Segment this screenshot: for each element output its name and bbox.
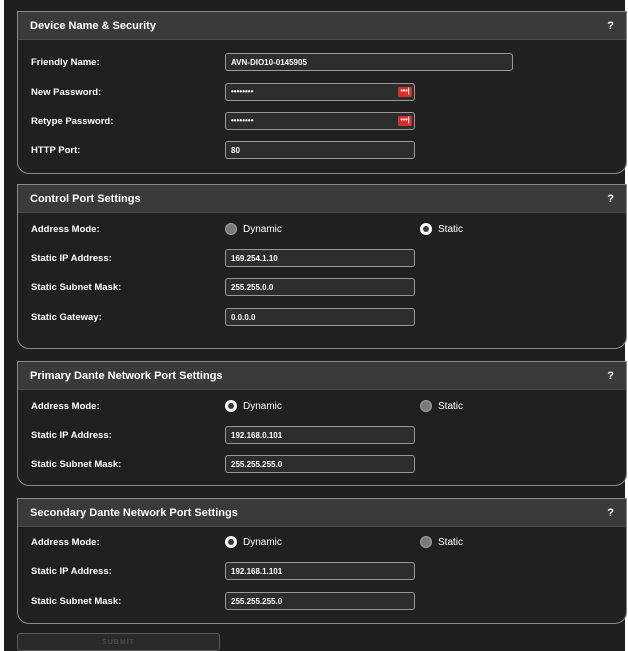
primary-static-radio-icon [420,400,432,412]
reveal-password-icon[interactable]: •••| [398,87,412,97]
primary-dynamic-radio-icon [225,400,237,412]
control-gateway-label: Static Gateway: [31,311,102,323]
settings-page: Device Name & Security ? Friendly Name: … [4,0,627,651]
retype-password-label: Retype Password: [31,115,114,127]
secondary-dynamic-label: Dynamic [243,536,282,548]
secondary-dante-header: Secondary Dante Network Port Settings ? [18,499,626,527]
primary-static-radio[interactable]: Static [420,400,463,412]
new-password-input[interactable]: •••••••• •••| [225,83,415,101]
primary-address-mode-label: Address Mode: [31,400,100,412]
primary-mask-label: Static Subnet Mask: [31,458,122,470]
control-static-label: Static [438,223,464,235]
primary-dante-help-icon[interactable]: ? [607,370,614,382]
control-static-radio-icon [420,223,432,235]
secondary-mask-label: Static Subnet Mask: [31,595,122,607]
secondary-mask-row: Static Subnet Mask: [18,591,626,611]
secondary-static-label: Static [438,536,464,548]
secondary-ip-row: Static IP Address: [18,561,626,581]
retype-password-value: •••••••• [231,116,254,125]
control-gateway-input[interactable] [225,308,415,326]
secondary-static-radio-icon [420,536,432,548]
control-gateway-row: Static Gateway: [18,307,626,327]
control-mask-label: Static Subnet Mask: [31,281,122,293]
retype-password-input[interactable]: •••••••• •••| [225,112,415,130]
primary-dante-header: Primary Dante Network Port Settings ? [18,362,626,390]
primary-ip-label: Static IP Address: [31,429,112,441]
device-security-help-icon[interactable]: ? [607,20,614,32]
friendly-name-label: Friendly Name: [31,56,100,68]
friendly-name-input[interactable] [225,53,513,71]
device-security-header: Device Name & Security ? [18,12,626,40]
primary-mask-row: Static Subnet Mask: [18,454,626,474]
http-port-row: HTTP Port: [18,140,626,160]
primary-ip-input[interactable] [225,426,415,444]
control-dynamic-radio-icon [225,223,237,235]
primary-dynamic-radio[interactable]: Dynamic [225,400,282,412]
reveal-retype-password-icon[interactable]: •••| [398,116,412,126]
control-ip-label: Static IP Address: [31,252,112,264]
control-port-header: Control Port Settings ? [18,185,626,213]
control-address-mode-label: Address Mode: [31,223,100,235]
control-port-title: Control Port Settings [30,192,141,205]
new-password-row: New Password: •••••••• •••| [18,82,626,102]
primary-address-mode-row: Address Mode: Dynamic Static [18,396,626,416]
primary-static-label: Static [438,400,464,412]
control-dynamic-radio[interactable]: Dynamic [225,223,282,235]
control-ip-input[interactable] [225,249,415,267]
submit-button[interactable]: SUBMIT [17,633,220,651]
http-port-label: HTTP Port: [31,144,81,156]
secondary-dante-help-icon[interactable]: ? [607,507,614,519]
control-ip-row: Static IP Address: [18,248,626,268]
secondary-ip-input[interactable] [225,562,415,580]
control-port-help-icon[interactable]: ? [607,193,614,205]
primary-dante-title: Primary Dante Network Port Settings [30,369,223,382]
retype-password-row: Retype Password: •••••••• •••| [18,111,626,131]
secondary-dynamic-radio-icon [225,536,237,548]
device-security-panel: Device Name & Security ? Friendly Name: … [17,11,627,174]
control-mask-input[interactable] [225,278,415,296]
new-password-label: New Password: [31,86,102,98]
secondary-dante-title: Secondary Dante Network Port Settings [30,506,238,519]
primary-ip-row: Static IP Address: [18,425,626,445]
primary-mask-input[interactable] [225,455,415,473]
control-static-radio[interactable]: Static [420,223,463,235]
primary-dante-panel: Primary Dante Network Port Settings ? Ad… [17,361,627,486]
secondary-dante-panel: Secondary Dante Network Port Settings ? … [17,498,627,624]
secondary-address-mode-label: Address Mode: [31,536,100,548]
device-security-title: Device Name & Security [30,19,156,32]
secondary-ip-label: Static IP Address: [31,565,112,577]
new-password-value: •••••••• [231,87,254,96]
control-dynamic-label: Dynamic [243,223,282,235]
secondary-mask-input[interactable] [225,592,415,610]
control-port-panel: Control Port Settings ? Address Mode: Dy… [17,184,627,349]
friendly-name-row: Friendly Name: [18,52,626,72]
http-port-input[interactable] [225,141,415,159]
secondary-dynamic-radio[interactable]: Dynamic [225,536,282,548]
secondary-static-radio[interactable]: Static [420,536,463,548]
control-address-mode-row: Address Mode: Dynamic Static [18,219,626,239]
primary-dynamic-label: Dynamic [243,400,282,412]
secondary-address-mode-row: Address Mode: Dynamic Static [18,532,626,552]
control-mask-row: Static Subnet Mask: [18,277,626,297]
